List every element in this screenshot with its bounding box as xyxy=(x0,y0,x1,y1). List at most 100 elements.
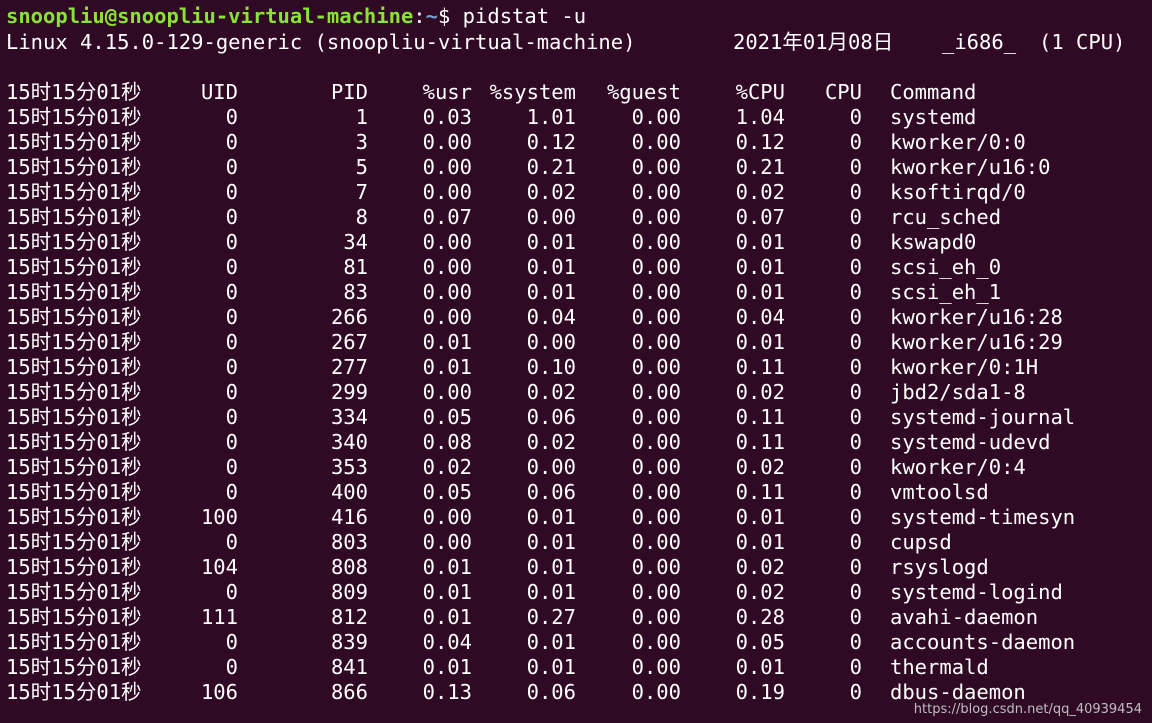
guest-cell: 0.00 xyxy=(631,155,681,179)
cpu-count-info: (1 CPU) xyxy=(1039,30,1126,54)
cpu-cell: 0 xyxy=(849,155,862,179)
table-row: 15时15分01秒 0 299 0.00 0.02 0.00 0.02 0 jbd2/sda1-… xyxy=(6,380,1146,405)
command-cell: kworker/u16:29 xyxy=(890,330,1063,354)
system-cell: 0.10 xyxy=(526,355,576,379)
header-system-cell: %system xyxy=(489,80,576,104)
uid-cell: 0 xyxy=(225,255,238,279)
command-cell: systemd-journal xyxy=(890,405,1076,429)
command-cell: kworker/0:1H xyxy=(890,355,1039,379)
header-cpu-percent-cell: %CPU xyxy=(735,80,785,104)
usr-cell: 0.00 xyxy=(422,305,472,329)
cpu-percent-cell: 0.11 xyxy=(735,480,785,504)
system-cell: 0.01 xyxy=(526,655,576,679)
time-cell: 15时15分01秒 xyxy=(6,330,142,354)
cpu-percent-cell: 0.12 xyxy=(735,130,785,154)
usr-cell: 0.01 xyxy=(422,580,472,604)
cpu-cell: 0 xyxy=(849,480,862,504)
guest-cell: 0.00 xyxy=(631,555,681,579)
guest-cell: 0.00 xyxy=(631,680,681,704)
system-cell: 0.01 xyxy=(526,630,576,654)
cpu-percent-cell: 0.02 xyxy=(735,380,785,404)
cpu-percent-cell: 0.04 xyxy=(735,305,785,329)
cpu-percent-cell: 0.11 xyxy=(735,355,785,379)
uid-cell: 0 xyxy=(225,230,238,254)
cpu-cell: 0 xyxy=(849,255,862,279)
usr-cell: 0.00 xyxy=(422,505,472,529)
cpu-cell: 0 xyxy=(849,280,862,304)
pid-cell: 809 xyxy=(330,580,368,604)
system-cell: 0.02 xyxy=(526,380,576,404)
cpu-cell: 0 xyxy=(849,205,862,229)
guest-cell: 0.00 xyxy=(631,355,681,379)
cpu-cell: 0 xyxy=(849,355,862,379)
command-cell: jbd2/sda1-8 xyxy=(890,380,1026,404)
system-cell: 0.01 xyxy=(526,280,576,304)
guest-cell: 0.00 xyxy=(631,280,681,304)
cpu-cell: 0 xyxy=(849,680,862,704)
header-guest-cell: %guest xyxy=(606,80,681,104)
system-cell: 0.01 xyxy=(526,530,576,554)
time-cell: 15时15分01秒 xyxy=(6,230,142,254)
guest-cell: 0.00 xyxy=(631,130,681,154)
usr-cell: 0.00 xyxy=(422,255,472,279)
pid-cell: 340 xyxy=(330,430,368,454)
system-cell: 0.12 xyxy=(526,130,576,154)
header-pid-cell: PID xyxy=(330,80,368,104)
table-row: 15时15分01秒 100 416 0.00 0.01 0.00 0.01 0 systemd-… xyxy=(6,505,1146,530)
guest-cell: 0.00 xyxy=(631,180,681,204)
uid-cell: 0 xyxy=(225,580,238,604)
usr-cell: 0.00 xyxy=(422,155,472,179)
table-row: 15时15分01秒 0 266 0.00 0.04 0.00 0.04 0 kworker/u1… xyxy=(6,305,1146,330)
sysinfo-line: Linux 4.15.0-129-generic (snoopliu-virtu… xyxy=(6,30,1146,55)
cpu-cell: 0 xyxy=(849,180,862,204)
cpu-percent-cell: 0.01 xyxy=(735,330,785,354)
uid-cell: 0 xyxy=(225,205,238,229)
time-cell: 15时15分01秒 xyxy=(6,580,142,604)
uid-cell: 106 xyxy=(200,680,238,704)
usr-cell: 0.07 xyxy=(422,205,472,229)
usr-cell: 0.08 xyxy=(422,430,472,454)
command-cell: rcu_sched xyxy=(890,205,1002,229)
date-info: 2021年01月08日 xyxy=(733,30,894,54)
guest-cell: 0.00 xyxy=(631,330,681,354)
command-cell: systemd xyxy=(890,105,977,129)
table-row: 15时15分01秒 0 400 0.05 0.06 0.00 0.11 0 vmtoolsd xyxy=(6,480,1146,505)
time-cell: 15时15分01秒 xyxy=(6,630,142,654)
pid-cell: 839 xyxy=(330,630,368,654)
pid-cell: 8 xyxy=(355,205,368,229)
guest-cell: 0.00 xyxy=(631,255,681,279)
usr-cell: 0.01 xyxy=(422,355,472,379)
table-row: 15时15分01秒 0 809 0.01 0.01 0.00 0.02 0 systemd-lo… xyxy=(6,580,1146,605)
uid-cell: 104 xyxy=(200,555,238,579)
pid-cell: 266 xyxy=(330,305,368,329)
terminal-window[interactable]: snoopliu@snoopliu-virtual-machine:~$ pid… xyxy=(0,0,1152,723)
time-cell: 15时15分01秒 xyxy=(6,530,142,554)
usr-cell: 0.01 xyxy=(422,330,472,354)
pid-cell: 7 xyxy=(355,180,368,204)
watermark: https://blog.csdn.net/qq_40939454 xyxy=(913,702,1142,717)
pid-cell: 812 xyxy=(330,605,368,629)
time-cell: 15时15分01秒 xyxy=(6,505,142,529)
system-cell: 0.21 xyxy=(526,155,576,179)
pid-cell: 353 xyxy=(330,455,368,479)
system-cell: 0.04 xyxy=(526,305,576,329)
uid-cell: 111 xyxy=(200,605,238,629)
time-cell: 15时15分01秒 xyxy=(6,305,142,329)
cpu-percent-cell: 0.11 xyxy=(735,430,785,454)
pid-cell: 83 xyxy=(343,280,368,304)
pid-cell: 400 xyxy=(330,480,368,504)
cpu-cell: 0 xyxy=(849,105,862,129)
table-row: 15时15分01秒 0 3 0.00 0.12 0.00 0.12 0 kworker/0:0 xyxy=(6,130,1146,155)
uid-cell: 100 xyxy=(200,505,238,529)
header-uid-cell: UID xyxy=(200,80,238,104)
uid-cell: 0 xyxy=(225,155,238,179)
table-row: 15时15分01秒 0 841 0.01 0.01 0.00 0.01 0 thermald xyxy=(6,655,1146,680)
cpu-cell: 0 xyxy=(849,405,862,429)
table-row: 15时15分01秒 0 7 0.00 0.02 0.00 0.02 0 ksoftirqd/0 xyxy=(6,180,1146,205)
uid-cell: 0 xyxy=(225,530,238,554)
guest-cell: 0.00 xyxy=(631,630,681,654)
time-cell: 15时15分01秒 xyxy=(6,655,142,679)
pid-cell: 81 xyxy=(343,255,368,279)
table-row: 15时15分01秒 0 340 0.08 0.02 0.00 0.11 0 systemd-ud… xyxy=(6,430,1146,455)
table-row: 15时15分01秒 0 83 0.00 0.01 0.00 0.01 0 scsi_eh_1 xyxy=(6,280,1146,305)
